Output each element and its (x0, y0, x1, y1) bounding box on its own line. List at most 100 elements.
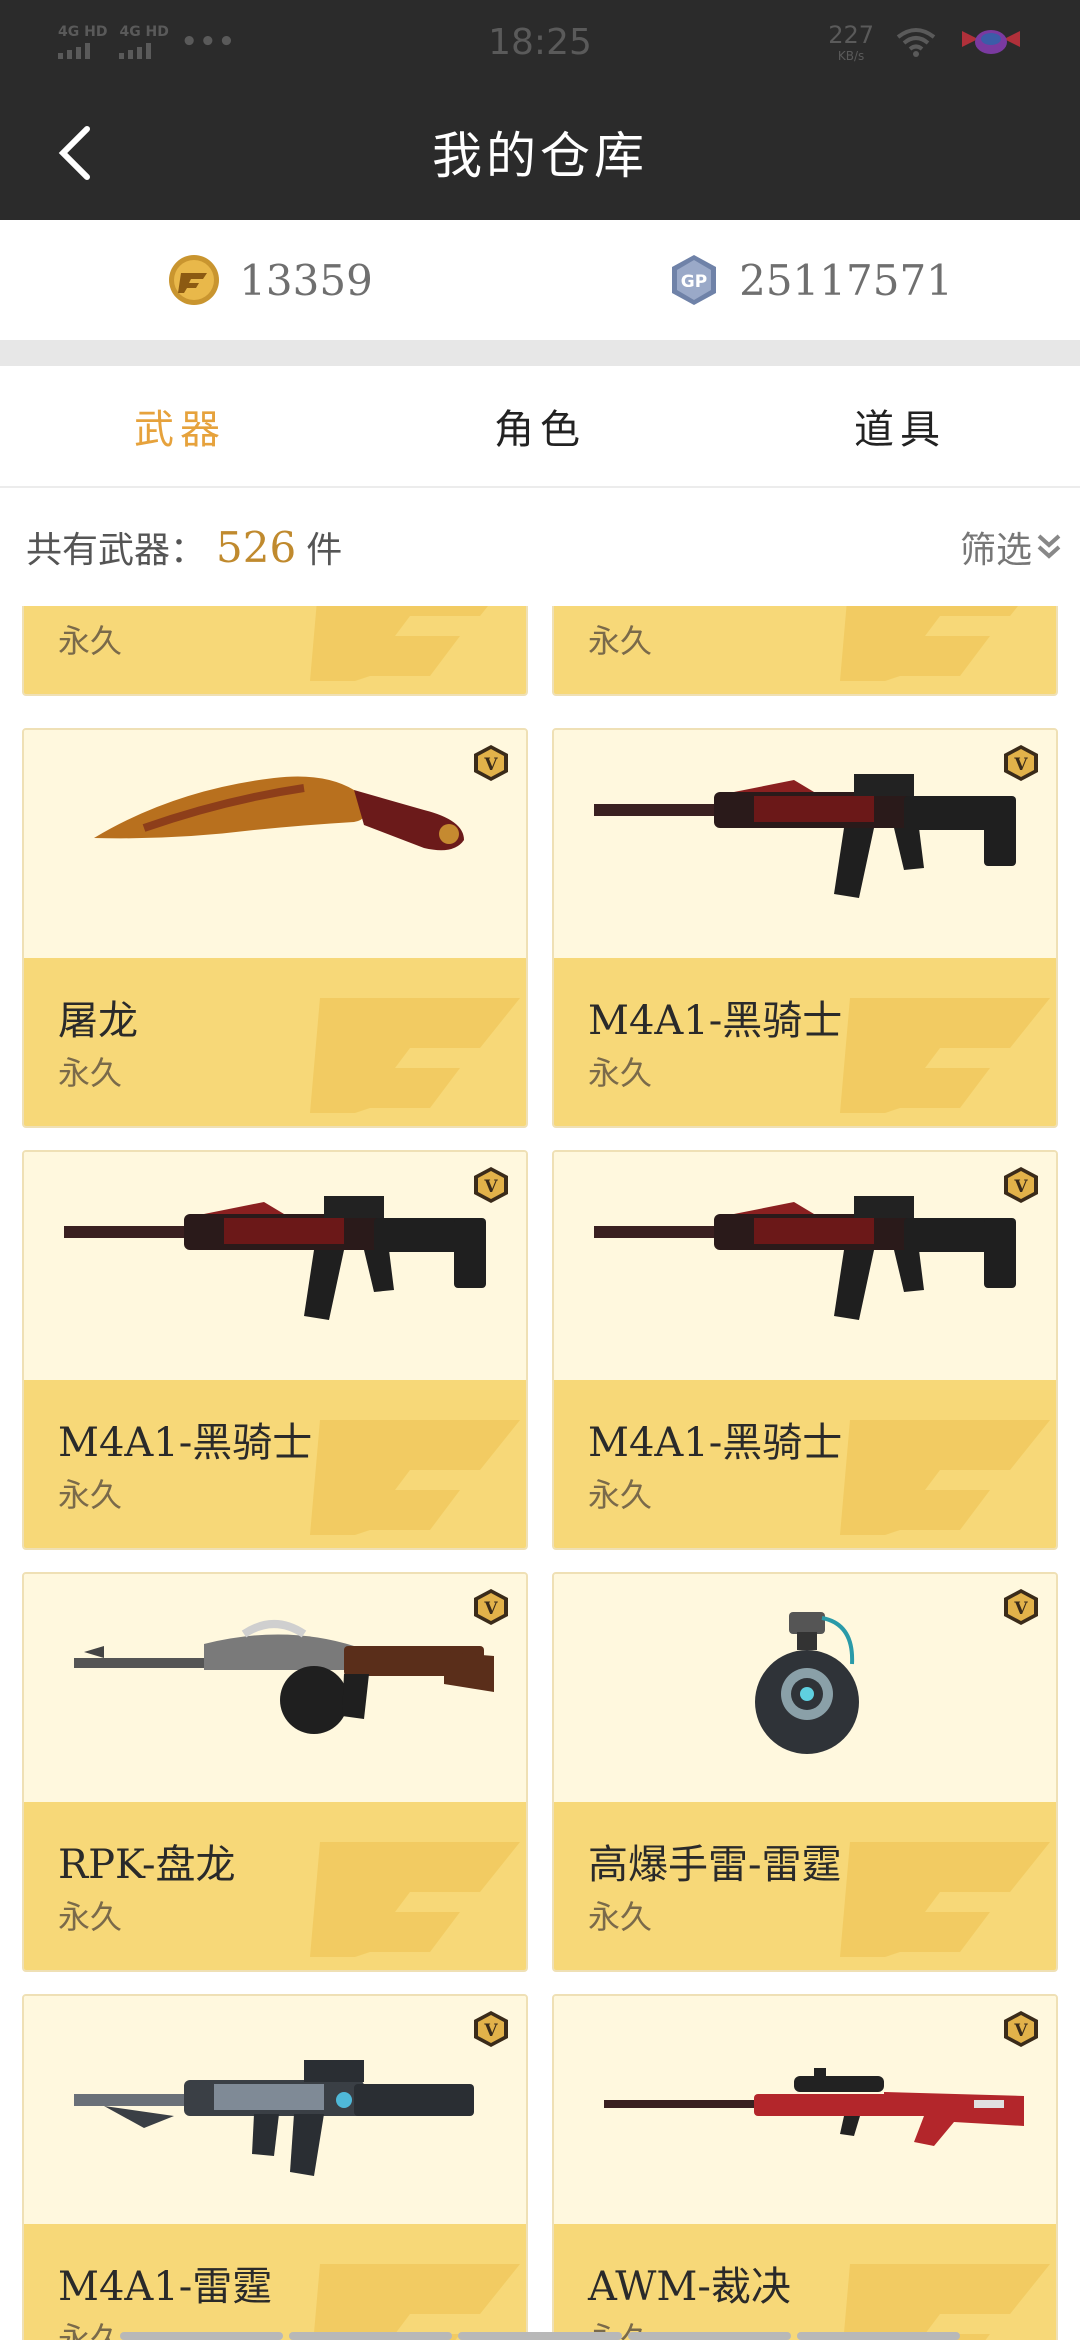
item-info: AWM-裁决 永久 (554, 2224, 1056, 2340)
item-name: M4A1-黑骑士 (58, 1420, 313, 1466)
gp-coin-icon: GP (672, 255, 717, 305)
cf-logo-watermark (310, 1420, 520, 1535)
svg-text:V: V (483, 1599, 498, 1619)
cf-logo-watermark (840, 606, 1018, 681)
inventory-card[interactable]: V M4A1-黑骑士 永久 (552, 1150, 1058, 1550)
weapon-count: 共有武器： 526 件 (26, 521, 342, 573)
item-duration: 永久 (588, 622, 653, 660)
item-info: M4A1-黑骑士 永久 (24, 1380, 526, 1548)
count-value: 526 (216, 523, 297, 572)
svg-text:GP: GP (681, 272, 707, 292)
cf-logo-watermark (840, 998, 1050, 1113)
item-image (554, 1574, 1056, 1802)
vip-badge-icon: V (474, 1589, 508, 1625)
inventory-card[interactable]: V M4A1-黑骑士 永久 (22, 1150, 528, 1550)
inventory-card[interactable]: V M4A1-黑骑士 永久 (552, 728, 1058, 1128)
cf-coin-icon (169, 255, 220, 305)
item-info: 永久 (554, 606, 1056, 694)
count-unit: 件 (306, 530, 343, 571)
vip-badge-icon: V (1004, 1167, 1038, 1203)
cf-points-value: 13359 (239, 255, 373, 305)
assault-rifle-icon (594, 774, 1016, 898)
cf-logo-watermark (310, 998, 520, 1113)
item-info: 屠龙 永久 (24, 958, 526, 1126)
svg-text:V: V (483, 755, 498, 775)
vip-badge-icon: V (1004, 2011, 1038, 2047)
inventory-card[interactable]: V 高爆手雷-雷霆 永久 (552, 1572, 1058, 1972)
tab-weapons[interactable]: 武器 (0, 366, 360, 486)
cf-logo-watermark (310, 1842, 520, 1957)
cf-logo-watermark (843, 2264, 1050, 2340)
item-info: M4A1-黑骑士 永久 (554, 958, 1056, 1126)
item-name: M4A1-黑骑士 (588, 998, 843, 1044)
cf-logo-watermark (310, 606, 488, 681)
inventory-card[interactable]: V RPK-盘龙 永久 (22, 1572, 528, 1972)
assault-rifle-icon (594, 1196, 1016, 1320)
status-left: 4G HD 4G HD ••• (58, 25, 237, 59)
summary-row: 共有武器： 526 件 筛选 (0, 488, 1080, 606)
more-dots: ••• (180, 27, 237, 57)
page-title: 我的仓库 (432, 127, 648, 185)
vip-badge-icon: V (474, 1167, 508, 1203)
filter-label: 筛选 (959, 530, 1032, 571)
item-image (24, 1152, 526, 1380)
back-button[interactable] (40, 118, 110, 188)
gp-points-value: 25117571 (739, 255, 953, 305)
tab-characters[interactable]: 角色 (360, 366, 720, 486)
inventory-card[interactable]: 永久 (552, 606, 1058, 696)
assault-rifle-icon (74, 2060, 474, 2176)
wifi-icon (896, 28, 936, 57)
network-speed: 227 KB/s (828, 23, 874, 62)
item-image (554, 1152, 1056, 1380)
svg-text:V: V (1013, 1599, 1028, 1619)
vip-badge-icon: V (474, 745, 508, 781)
assault-rifle-icon (64, 1196, 486, 1320)
cf-points: 13359 (0, 220, 540, 340)
machine-gun-icon (74, 1620, 494, 1734)
grenade-icon (755, 1612, 859, 1754)
vip-badge-icon: V (474, 2011, 508, 2047)
item-name: RPK-盘龙 (58, 1842, 236, 1888)
item-name: AWM-裁决 (588, 2264, 791, 2310)
svg-text:V: V (483, 2021, 498, 2041)
network-label: 4G HD (58, 24, 108, 40)
svg-text:V: V (1013, 2021, 1028, 2041)
signal-icon: 4G HD (119, 24, 169, 59)
inventory-card[interactable]: V M4A1-雷霆 永久 (22, 1994, 528, 2340)
svg-text:V: V (1013, 755, 1028, 775)
inventory-card[interactable]: 永久 (22, 606, 528, 696)
gp-points: GP 25117571 (540, 220, 1080, 340)
sniper-rifle-icon (604, 2068, 1024, 2146)
item-image (24, 1574, 526, 1802)
item-duration: 永久 (58, 622, 123, 660)
cf-logo-watermark (313, 2264, 520, 2340)
filter-button[interactable]: 筛选 (960, 521, 1062, 573)
item-info: 永久 (24, 606, 526, 694)
speed-value: 227 (828, 20, 874, 49)
signal-icon: 4G HD (58, 25, 107, 59)
inventory-card[interactable]: V 屠龙 永久 (22, 728, 528, 1128)
vip-badge-icon: V (1004, 1589, 1038, 1625)
item-image (554, 1996, 1056, 2224)
item-image (24, 1996, 526, 2224)
item-duration: 永久 (58, 2320, 123, 2340)
vip-badge-icon: V (1004, 745, 1038, 781)
item-info: 高爆手雷-雷霆 永久 (554, 1802, 1056, 1970)
status-right: 227 KB/s (828, 23, 1024, 62)
kukri-knife-icon (94, 776, 464, 851)
tab-props[interactable]: 道具 (720, 366, 1080, 486)
item-duration: 永久 (58, 1476, 123, 1514)
item-image (24, 730, 526, 958)
count-label: 共有武器： (26, 530, 207, 571)
network-label: 4G HD (119, 24, 169, 40)
item-name: 高爆手雷-雷霆 (588, 1842, 842, 1888)
double-chevron-down-icon (1037, 534, 1061, 559)
svg-text:V: V (483, 1177, 498, 1197)
svg-text:V: V (1013, 1177, 1028, 1197)
item-name: M4A1-黑骑士 (588, 1420, 843, 1466)
currency-bar: 13359 GP 25117571 (0, 220, 1080, 340)
status-bar: 4G HD 4G HD ••• 18:25 227 KB/s (0, 0, 1080, 84)
inventory-card[interactable]: V AWM-裁决 永久 (552, 1994, 1058, 2340)
item-duration: 永久 (588, 1054, 653, 1092)
item-info: M4A1-雷霆 永久 (24, 2224, 526, 2340)
